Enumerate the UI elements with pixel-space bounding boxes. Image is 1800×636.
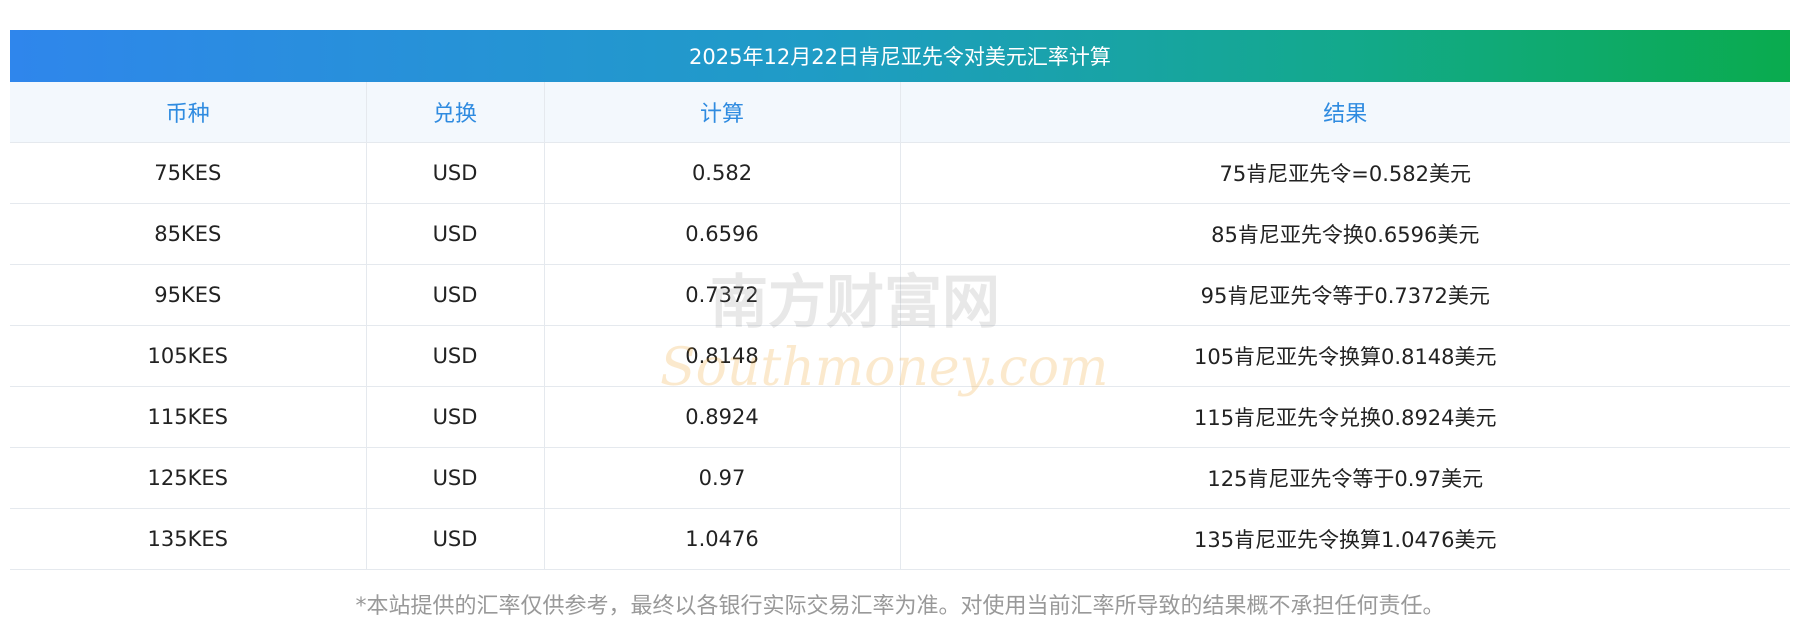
cell-exchange: USD: [366, 264, 545, 326]
header-result: 结果: [900, 82, 1790, 143]
cell-currency: 105KES: [10, 325, 367, 387]
cell-currency: 135KES: [10, 508, 367, 570]
header-exchange: 兑换: [366, 82, 545, 143]
header-currency: 币种: [10, 82, 367, 143]
table-row: 95KES USD 0.7372 95肯尼亚先令等于0.7372美元: [10, 264, 1790, 326]
cell-calc: 0.8924: [544, 386, 901, 448]
cell-exchange: USD: [366, 508, 545, 570]
cell-result: 135肯尼亚先令换算1.0476美元: [900, 508, 1790, 570]
header-calc: 计算: [544, 82, 901, 143]
table-header-row: 币种 兑换 计算 结果: [10, 82, 1790, 143]
table-row: 85KES USD 0.6596 85肯尼亚先令换0.6596美元: [10, 203, 1790, 265]
rate-table-panel: 2025年12月22日肯尼亚先令对美元汇率计算 币种 兑换 计算 结果 75KE…: [10, 30, 1790, 570]
table-row: 135KES USD 1.0476 135肯尼亚先令换算1.0476美元: [10, 508, 1790, 570]
cell-calc: 0.97: [544, 447, 901, 509]
cell-exchange: USD: [366, 386, 545, 448]
table-row: 75KES USD 0.582 75肯尼亚先令=0.582美元: [10, 142, 1790, 204]
cell-calc: 0.8148: [544, 325, 901, 387]
cell-result: 115肯尼亚先令兑换0.8924美元: [900, 386, 1790, 448]
cell-result: 75肯尼亚先令=0.582美元: [900, 142, 1790, 204]
cell-currency: 85KES: [10, 203, 367, 265]
cell-calc: 0.6596: [544, 203, 901, 265]
cell-result: 85肯尼亚先令换0.6596美元: [900, 203, 1790, 265]
cell-calc: 0.7372: [544, 264, 901, 326]
table-row: 115KES USD 0.8924 115肯尼亚先令兑换0.8924美元: [10, 386, 1790, 448]
table-title: 2025年12月22日肯尼亚先令对美元汇率计算: [10, 30, 1790, 82]
cell-exchange: USD: [366, 325, 545, 387]
cell-currency: 115KES: [10, 386, 367, 448]
cell-calc: 1.0476: [544, 508, 901, 570]
cell-currency: 75KES: [10, 142, 367, 204]
rate-table: 币种 兑换 计算 结果 75KES USD 0.582 75肯尼亚先令=0.58…: [10, 82, 1790, 570]
cell-result: 95肯尼亚先令等于0.7372美元: [900, 264, 1790, 326]
cell-result: 105肯尼亚先令换算0.8148美元: [900, 325, 1790, 387]
disclaimer-footnote: *本站提供的汇率仅供参考，最终以各银行实际交易汇率为准。对使用当前汇率所导致的结…: [355, 594, 1445, 619]
cell-currency: 95KES: [10, 264, 367, 326]
cell-exchange: USD: [366, 447, 545, 509]
cell-exchange: USD: [366, 142, 545, 204]
table-row: 105KES USD 0.8148 105肯尼亚先令换算0.8148美元: [10, 325, 1790, 387]
cell-currency: 125KES: [10, 447, 367, 509]
cell-result: 125肯尼亚先令等于0.97美元: [900, 447, 1790, 509]
cell-calc: 0.582: [544, 142, 901, 204]
table-row: 125KES USD 0.97 125肯尼亚先令等于0.97美元: [10, 447, 1790, 509]
cell-exchange: USD: [366, 203, 545, 265]
